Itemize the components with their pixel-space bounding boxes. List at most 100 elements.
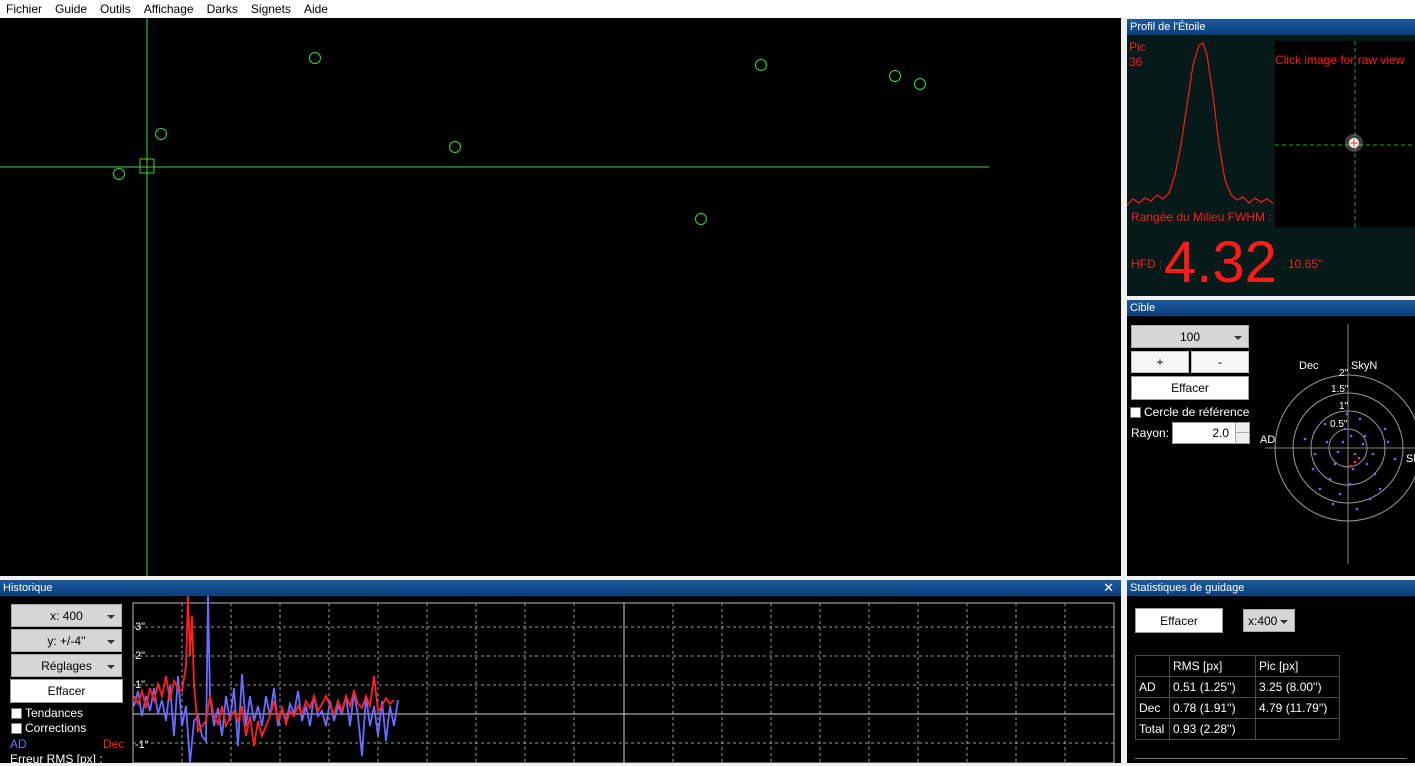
spinner-up-icon[interactable] [1235,423,1249,433]
stats-table: RMS [px] Pic [px] AD 0.51 (1.25'') 3.25 … [1135,655,1340,740]
legend-ra: AD [10,737,27,751]
menu-fichier[interactable]: Fichier [0,0,49,18]
history-y-scale-select[interactable]: y: +/-4'' [11,629,122,652]
trends-checkbox[interactable]: Tendances [11,706,83,720]
menu-guide[interactable]: Guide [49,0,94,18]
menu-aide[interactable]: Aide [298,0,335,18]
y-tick-label: 1" [135,679,145,691]
table-header-cell [1135,655,1170,677]
target-clear-button[interactable]: Effacer [1131,376,1249,400]
target-plot: Dec SkyN AD Sk 2" 1.5" 1" 0.5" [1260,324,1415,564]
history-panel: x: 400 y: +/-4'' Réglages Effacer Tendan… [0,596,1121,766]
stats-clear-button[interactable]: Effacer [1135,608,1223,633]
menu-bar: Fichier Guide Outils Affichage Darks Sig… [0,0,1415,18]
y-tick-label: -1" [135,739,149,751]
peak-value: 36 [1129,55,1143,69]
history-y-scale-value: y: +/-4'' [47,633,86,648]
history-title-text: Historique [3,582,53,594]
history-x-scale-value: x: 400 [50,608,83,623]
radius-value: 2.0 [1212,426,1229,440]
chevron-down-icon [107,614,115,619]
close-icon[interactable]: ✕ [1103,580,1114,596]
stats-title: Statistiques de guidage [1127,580,1415,596]
chevron-down-icon [107,664,115,669]
ref-circle-label: Cercle de référence [1144,405,1250,419]
table-cell: 3.25 (8.00'') [1255,676,1340,698]
stats-x-scale-select[interactable]: x:400 [1243,609,1295,632]
table-cell: 0.93 (2.28'') [1169,718,1256,740]
menu-affichage[interactable]: Affichage [138,0,201,18]
target-length-select[interactable]: 100 [1131,325,1249,348]
history-settings-label: Réglages [41,658,92,673]
radius-spinner[interactable]: 2.0 [1172,422,1250,444]
corrections-label: Corrections [25,721,87,735]
menu-outils[interactable]: Outils [94,0,138,18]
camera-view[interactable] [0,18,1121,576]
ring-label: 0.5" [1330,419,1348,430]
hfd-arcsec: 10.65" [1288,257,1323,271]
chevron-down-icon [1280,619,1288,624]
trends-label: Tendances [25,706,84,720]
target-axis-dec: Dec [1299,360,1319,372]
hfd-value: 4.32 [1164,230,1277,295]
table-header-cell: RMS [px] [1169,655,1256,677]
target-axis-skyn: SkyN [1351,360,1377,372]
checkbox-box[interactable] [11,722,22,734]
chevron-down-icon [1234,335,1242,340]
menu-signets[interactable]: Signets [245,0,298,18]
target-panel: 100 + - Effacer Cercle de référence Rayo… [1127,316,1415,576]
history-title: Historique ✕ [0,580,1121,596]
y-tick-label: 3" [135,621,145,633]
table-header-cell: Pic [px] [1255,655,1340,677]
candidate-star-marker [449,141,461,153]
zoom-out-button[interactable]: - [1191,351,1249,373]
rms-error-label: Erreur RMS [px] : [10,752,103,766]
legend-dec: Dec [103,737,125,751]
history-clear-button[interactable]: Effacer [10,679,123,703]
star-thumbnail[interactable] [1275,41,1415,227]
candidate-star-marker [309,52,321,64]
ring-label: 2" [1339,368,1349,379]
table-row: Total 0.93 (2.28'') [1135,718,1340,740]
stats-x-scale-value: x:400 [1248,613,1278,628]
checkbox-box[interactable] [11,707,22,719]
zoom-in-button[interactable]: + [1131,351,1189,373]
ring-label: 1.5" [1331,384,1349,395]
history-x-scale-select[interactable]: x: 400 [11,604,122,627]
candidate-star-marker [889,70,901,82]
peak-label: Pic [1129,40,1146,54]
table-cell [1255,718,1340,740]
ring-label: 1" [1339,401,1349,412]
target-axis-ad: AD [1260,434,1275,446]
ref-circle-checkbox[interactable]: Cercle de référence [1130,405,1249,419]
checkbox-box[interactable] [1130,406,1141,418]
y-tick-label: 2" [135,650,145,662]
table-cell: Dec [1135,697,1170,719]
menu-darks[interactable]: Darks [201,0,245,18]
table-cell: 0.51 (1.25'') [1169,676,1256,698]
candidate-star-marker [914,78,926,90]
table-row: Dec 0.78 (1.91'') 4.79 (11.79'') [1135,697,1340,719]
camera-overlay [0,18,989,576]
target-length-value: 100 [1179,329,1201,344]
target-title: Cible [1127,300,1415,316]
table-row: AD 0.51 (1.25'') 3.25 (8.00'') [1135,676,1340,698]
candidate-star-marker [113,168,125,180]
chevron-down-icon [107,639,115,644]
history-graph: 3" 2" 1" -1" [132,596,1115,763]
table-row: RMS [px] Pic [px] [1135,655,1340,677]
corrections-checkbox[interactable]: Corrections [11,721,86,735]
history-settings-select[interactable]: Réglages [11,654,122,677]
table-cell: Total [1135,718,1170,740]
table-cell: AD [1135,676,1170,698]
hfd-label: HFD : [1131,257,1163,271]
raw-view-hint: Click image for raw view [1275,53,1405,67]
target-axis-right: Sk [1406,453,1415,465]
radius-label: Rayon: [1131,426,1170,440]
candidate-star-marker [155,128,167,140]
candidate-star-marker [695,213,707,225]
candidate-star-marker [755,59,767,71]
table-cell: 4.79 (11.79'') [1255,697,1340,719]
star-profile-panel: Pic 36 Click image for raw view Rangée d… [1127,35,1415,296]
spinner-down-icon[interactable] [1235,433,1249,443]
